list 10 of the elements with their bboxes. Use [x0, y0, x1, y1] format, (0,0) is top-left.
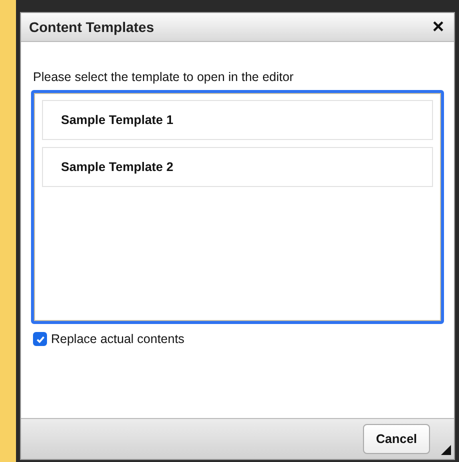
cancel-button[interactable]: Cancel: [363, 424, 430, 454]
close-button[interactable]: ×: [430, 17, 446, 37]
checkbox[interactable]: [33, 332, 47, 346]
template-item[interactable]: Sample Template 1: [42, 100, 433, 140]
prompt-text: Please select the template to open in the editor: [33, 70, 295, 84]
template-item[interactable]: Sample Template 2: [42, 147, 433, 187]
dialog-title: Content Templates: [29, 19, 154, 35]
resize-grip-icon[interactable]: [441, 445, 451, 455]
checkmark-icon: [36, 334, 44, 344]
checkbox-label: Replace actual contents: [51, 332, 184, 346]
